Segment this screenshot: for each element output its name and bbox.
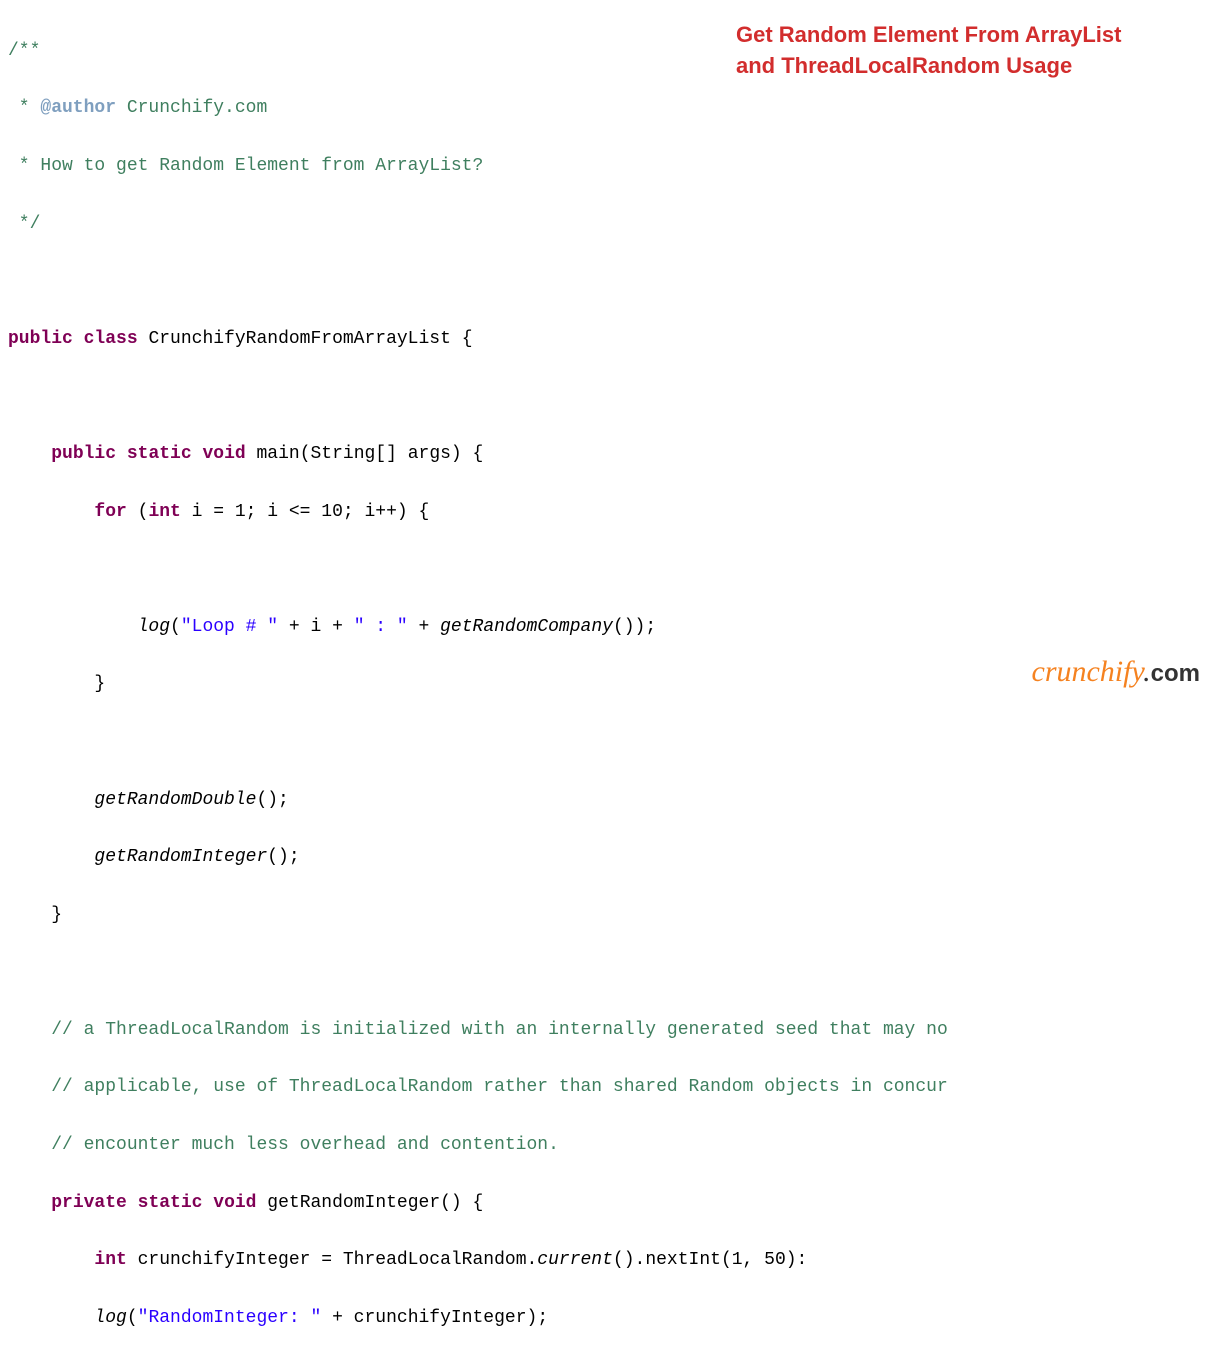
javadoc-close: */	[8, 214, 40, 234]
watermark-logo: crunchify.com	[1032, 648, 1201, 696]
javadoc-author-tag: @author	[40, 98, 116, 118]
watermark-brand: crunchify	[1032, 655, 1144, 688]
watermark-com: com	[1151, 660, 1200, 687]
brace-close: }	[8, 901, 1218, 930]
main-method-decl: public static void main(String[] args) {	[8, 440, 1218, 469]
var-decl: int crunchifyInteger = ThreadLocalRandom…	[8, 1246, 1218, 1275]
call-getRandomDouble: getRandomDouble();	[8, 786, 1218, 815]
method-decl: private static void getRandomInteger() {	[8, 1189, 1218, 1218]
javadoc-desc: * How to get Random Element from ArrayLi…	[8, 156, 483, 176]
for-loop: for (int i = 1; i <= 10; i++) {	[8, 498, 1218, 527]
log-call: log("RandomInteger: " + crunchifyInteger…	[8, 1304, 1218, 1333]
comment-line: // encounter much less overhead and cont…	[8, 1135, 559, 1155]
headline-line1: Get Random Element From ArrayList	[736, 22, 1121, 47]
headline-text: Get Random Element From ArrayList and Th…	[736, 20, 1196, 82]
javadoc-open: /**	[8, 41, 40, 61]
watermark-dot: .	[1143, 655, 1151, 688]
class-decl: public class CrunchifyRandomFromArrayLis…	[8, 325, 1218, 354]
javadoc-line: * @author Crunchify.com	[8, 98, 267, 118]
headline-line2: and ThreadLocalRandom Usage	[736, 53, 1072, 78]
call-getRandomInteger: getRandomInteger();	[8, 843, 1218, 872]
log-call: log("Loop # " + i + " : " + getRandomCom…	[8, 613, 1218, 642]
comment-line: // a ThreadLocalRandom is initialized wi…	[8, 1020, 948, 1040]
comment-line: // applicable, use of ThreadLocalRandom …	[8, 1077, 948, 1097]
